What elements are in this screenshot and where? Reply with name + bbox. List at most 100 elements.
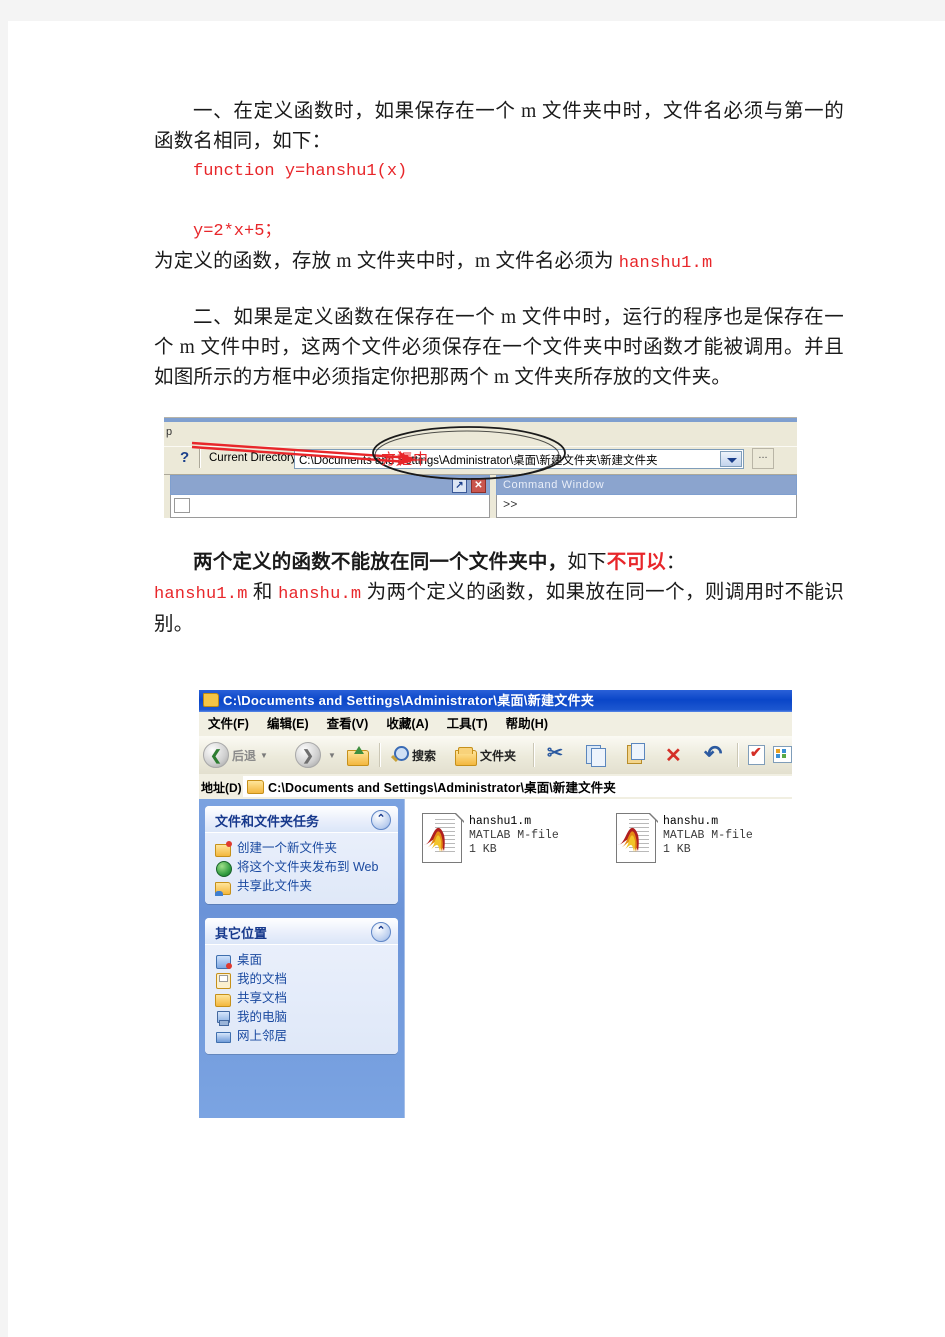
- shared-documents-icon: [215, 991, 231, 1007]
- section3-line2: hanshu1.m 和 hanshu.m 为两个定义的函数，如果放在同一个，则调…: [154, 578, 844, 640]
- file-name: hanshu1.m: [469, 815, 532, 828]
- menu-item-view[interactable]: 查看(V): [318, 712, 378, 736]
- paste-icon: [623, 743, 647, 767]
- menu-item-file[interactable]: 文件(F): [199, 712, 258, 736]
- section1-tail: 为定义的函数，存放 m 文件夹中时，m 文件名必须为 hanshu1.m: [154, 247, 844, 279]
- spacer-after-section1: [154, 279, 844, 303]
- section3-lead: 两个定义的函数不能放在同一个文件夹中，如下不可以：: [154, 548, 844, 578]
- explorer-toolbar: ❮ 后退 ▼ ❯ ▼ 搜索 文件夹 ✂ ✕ ↶ ✔: [199, 736, 792, 775]
- back-label: 后退: [232, 748, 257, 763]
- back-dropdown-icon[interactable]: ▼: [260, 751, 268, 760]
- file-item-hanshu[interactable]: hanshu.m MATLAB M-file 1 KB: [613, 813, 753, 863]
- task-share-this-folder[interactable]: 共享此文件夹: [205, 877, 398, 896]
- explorer-task-sidebar: 文件和文件夹任务 ⌃ 创建一个新文件夹 将这个文件夹发布到 Web 共享此文件夹…: [199, 799, 404, 1118]
- scissors-icon: [545, 742, 569, 767]
- task-create-new-folder-label: 创建一个新文件夹: [237, 841, 338, 855]
- delete-x-icon: [663, 743, 687, 768]
- menu-item-tools[interactable]: 工具(T): [438, 712, 497, 736]
- cut-button[interactable]: [545, 740, 571, 770]
- section3-lead-bold: 两个定义的函数不能放在同一个文件夹中，: [193, 552, 568, 573]
- new-folder-icon: [215, 841, 232, 857]
- place-shared-documents-label: 共享文档: [237, 991, 288, 1005]
- matlab-current-directory-screenshot: p ? Current Directory: C:\Documents and …: [164, 417, 797, 518]
- address-folder-icon: [247, 780, 264, 794]
- place-my-computer[interactable]: 我的电脑: [205, 1008, 398, 1027]
- file-folder-tasks-panel: 文件和文件夹任务 ⌃ 创建一个新文件夹 将这个文件夹发布到 Web 共享此文件夹: [205, 806, 398, 904]
- matlab-logo-icon-2: [618, 827, 639, 852]
- explorer-titlebar: C:\Documents and Settings\Administrator\…: [199, 690, 792, 712]
- copy-button[interactable]: [583, 740, 609, 770]
- chevron-up-icon[interactable]: ⌃: [371, 810, 391, 830]
- task-publish-folder-to-web-label: 将这个文件夹发布到 Web: [237, 860, 379, 874]
- file-label-hanshu: hanshu.m MATLAB M-file 1 KB: [659, 813, 753, 857]
- section3-lead-colon: ：: [665, 552, 686, 573]
- section1-tail-filename: hanshu1.m: [618, 254, 713, 273]
- spacer-before-figure2-b: [154, 670, 844, 686]
- folders-label: 文件夹: [480, 748, 517, 763]
- menu-item-edit[interactable]: 编辑(E): [258, 712, 318, 736]
- matlab-logo-icon: [424, 827, 445, 852]
- back-button[interactable]: ❮ 后退 ▼: [203, 740, 272, 770]
- file-type: MATLAB M-file: [469, 829, 559, 842]
- my-documents-icon: [215, 972, 231, 989]
- annotation-label: 方框中: [381, 452, 430, 468]
- place-desktop[interactable]: 桌面: [205, 951, 398, 970]
- forward-dropdown-icon[interactable]: ▼: [328, 751, 336, 760]
- paste-button[interactable]: [623, 740, 649, 770]
- file-size-2: 1 KB: [663, 843, 691, 856]
- place-network-neighborhood[interactable]: 网上邻居: [205, 1027, 398, 1046]
- file-folder-tasks-header[interactable]: 文件和文件夹任务 ⌃: [205, 806, 398, 833]
- back-arrow-icon: ❮: [203, 742, 229, 768]
- file-corner-fold-2: [650, 813, 659, 822]
- windows-explorer-screenshot: C:\Documents and Settings\Administrator\…: [199, 686, 792, 1118]
- section3-lead-red: 不可以: [606, 552, 666, 573]
- task-create-new-folder[interactable]: 创建一个新文件夹: [205, 839, 398, 858]
- place-network-neighborhood-label: 网上邻居: [237, 1029, 288, 1043]
- forward-button[interactable]: ❯ ▼: [295, 740, 340, 770]
- place-shared-documents[interactable]: 共享文档: [205, 989, 398, 1008]
- address-label: 地址(D): [201, 781, 242, 795]
- other-places-panel: 其它位置 ⌃ 桌面 我的文档 共享文档 我的电脑 网上邻居: [205, 918, 398, 1054]
- explorer-file-list[interactable]: hanshu1.m MATLAB M-file 1 KB hanshu.m MA…: [404, 799, 792, 1118]
- menu-item-help[interactable]: 帮助(H): [497, 712, 557, 736]
- search-button[interactable]: 搜索: [389, 740, 436, 770]
- file-name-2: hanshu.m: [663, 815, 719, 828]
- forward-arrow-icon: ❯: [295, 742, 321, 768]
- folders-button[interactable]: 文件夹: [455, 740, 516, 770]
- file-item-hanshu1[interactable]: hanshu1.m MATLAB M-file 1 KB: [419, 813, 559, 863]
- views-button[interactable]: ▼: [771, 740, 792, 770]
- file-corner-fold: [456, 813, 465, 822]
- folder-up-icon: [347, 745, 369, 766]
- place-my-computer-label: 我的电脑: [237, 1010, 288, 1024]
- toolbar-divider-3: [737, 743, 739, 767]
- section3-lead-normal: 如下: [567, 552, 607, 573]
- address-input[interactable]: C:\Documents and Settings\Administrator\…: [243, 776, 792, 797]
- undo-button[interactable]: [703, 740, 729, 770]
- section3-conjunction: 和: [247, 582, 279, 603]
- place-my-documents-label: 我的文档: [237, 972, 288, 986]
- toolbar-divider-2: [533, 743, 535, 767]
- explorer-menubar: 文件(F) 编辑(E) 查看(V) 收藏(A) 工具(T) 帮助(H): [199, 712, 792, 737]
- place-desktop-label: 桌面: [237, 953, 263, 967]
- other-places-list: 桌面 我的文档 共享文档 我的电脑 网上邻居: [205, 945, 398, 1054]
- section1-code-line-1: function y=hanshu1(x): [193, 162, 408, 181]
- explorer-body: 文件和文件夹任务 ⌃ 创建一个新文件夹 将这个文件夹发布到 Web 共享此文件夹…: [199, 799, 792, 1118]
- undo-icon: [703, 741, 727, 767]
- place-my-documents[interactable]: 我的文档: [205, 970, 398, 989]
- delete-button[interactable]: [663, 740, 689, 770]
- my-computer-icon: [215, 1010, 231, 1026]
- file-folder-tasks-title: 文件和文件夹任务: [215, 814, 320, 829]
- search-label: 搜索: [412, 748, 437, 763]
- folder-icon: [203, 693, 219, 707]
- menu-item-favorites[interactable]: 收藏(A): [377, 712, 437, 736]
- annotation-overlay: [191, 426, 566, 480]
- task-publish-folder-to-web[interactable]: 将这个文件夹发布到 Web: [205, 858, 398, 877]
- copy-icon: [583, 743, 607, 767]
- properties-button[interactable]: [745, 740, 771, 770]
- spacer-before-figure1: [154, 393, 844, 417]
- file-size: 1 KB: [469, 843, 497, 856]
- chevron-up-icon-2[interactable]: ⌃: [371, 922, 391, 942]
- other-places-header[interactable]: 其它位置 ⌃: [205, 918, 398, 945]
- up-one-level-button[interactable]: [347, 740, 372, 770]
